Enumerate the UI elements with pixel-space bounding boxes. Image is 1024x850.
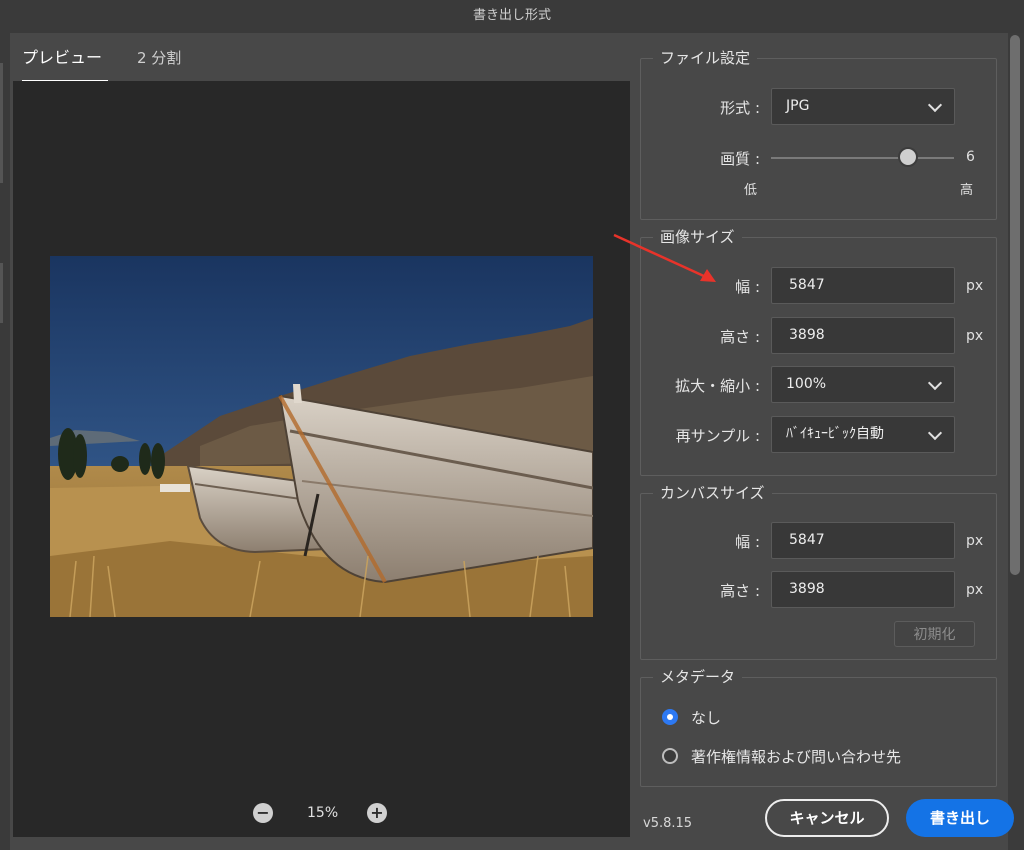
preview-photo-boats xyxy=(50,256,593,617)
resample-value: ﾊﾞｲｷｭｰﾋﾞｯｸ自動 xyxy=(786,426,884,442)
image-height-input[interactable]: 3898 xyxy=(771,317,955,354)
canvas-size-legend: カンバスサイズ xyxy=(660,484,765,502)
metadata-copyright-label[interactable]: 著作権情報および問い合わせ先 xyxy=(691,746,901,767)
tab-preview[interactable]: プレビュー xyxy=(22,48,108,82)
metadata-none-label[interactable]: なし xyxy=(691,707,721,728)
export-button[interactable]: 書き出し xyxy=(906,799,1014,837)
zoom-in-button[interactable]: + xyxy=(367,803,387,823)
file-settings-legend: ファイル設定 xyxy=(660,49,751,67)
image-width-label: 幅 : xyxy=(735,278,760,296)
left-edge-mark xyxy=(0,63,3,183)
image-width-input[interactable]: 5847 xyxy=(771,267,955,304)
scale-select[interactable]: 100% xyxy=(771,366,955,403)
left-edge-panel xyxy=(0,33,10,850)
left-edge-mark xyxy=(0,263,3,323)
chevron-down-icon xyxy=(927,425,943,441)
format-value: JPG xyxy=(786,98,810,114)
scale-value: 100% xyxy=(786,376,827,392)
image-size-legend: 画像サイズ xyxy=(660,228,735,246)
format-select[interactable]: JPG xyxy=(771,88,955,125)
zoom-level: 15% xyxy=(307,805,339,821)
format-label: 形式 : xyxy=(720,99,760,117)
canvas-width-unit: px xyxy=(966,533,984,549)
canvas-width-label: 幅 : xyxy=(735,533,760,551)
file-settings-group: ファイル設定 xyxy=(640,50,997,220)
resample-select[interactable]: ﾊﾞｲｷｭｰﾋﾞｯｸ自動 xyxy=(771,416,955,453)
canvas-width-input[interactable]: 5847 xyxy=(771,522,955,559)
image-height-label: 高さ : xyxy=(720,328,760,346)
preview-image xyxy=(50,256,593,617)
image-width-unit: px xyxy=(966,278,984,294)
metadata-legend: メタデータ xyxy=(660,668,736,686)
metadata-copyright-radio[interactable] xyxy=(662,748,678,764)
quality-label: 画質 : xyxy=(720,150,760,168)
quality-low-label: 低 xyxy=(744,183,758,198)
metadata-group: メタデータ xyxy=(640,669,997,787)
canvas-height-label: 高さ : xyxy=(720,582,760,600)
image-height-unit: px xyxy=(966,328,984,344)
preview-canvas xyxy=(13,81,630,837)
scale-label: 拡大・縮小 : xyxy=(675,377,760,395)
export-dialog: プレビュー 2 分割 − 15% + ファイル設定 形式: JPG 画質: … xyxy=(10,33,1008,850)
metadata-none-radio[interactable] xyxy=(662,709,678,725)
version-label: v5.8.15 xyxy=(643,816,693,831)
quality-value: 6 xyxy=(966,149,975,165)
tab-split-2[interactable]: 2 分割 xyxy=(137,48,197,80)
window-title: 書き出し形式 xyxy=(0,0,1024,34)
chevron-down-icon xyxy=(927,375,943,391)
canvas-height-unit: px xyxy=(966,582,984,598)
resample-label: 再サンプル : xyxy=(675,427,760,445)
reset-button[interactable]: 初期化 xyxy=(894,621,975,647)
panel-scrollbar-thumb[interactable] xyxy=(1010,35,1020,575)
cancel-button[interactable]: キャンセル xyxy=(765,799,889,837)
chevron-down-icon xyxy=(927,97,943,113)
quality-high-label: 高 xyxy=(960,183,974,198)
zoom-out-button[interactable]: − xyxy=(253,803,273,823)
quality-slider-track[interactable] xyxy=(771,157,954,159)
canvas-height-input[interactable]: 3898 xyxy=(771,571,955,608)
